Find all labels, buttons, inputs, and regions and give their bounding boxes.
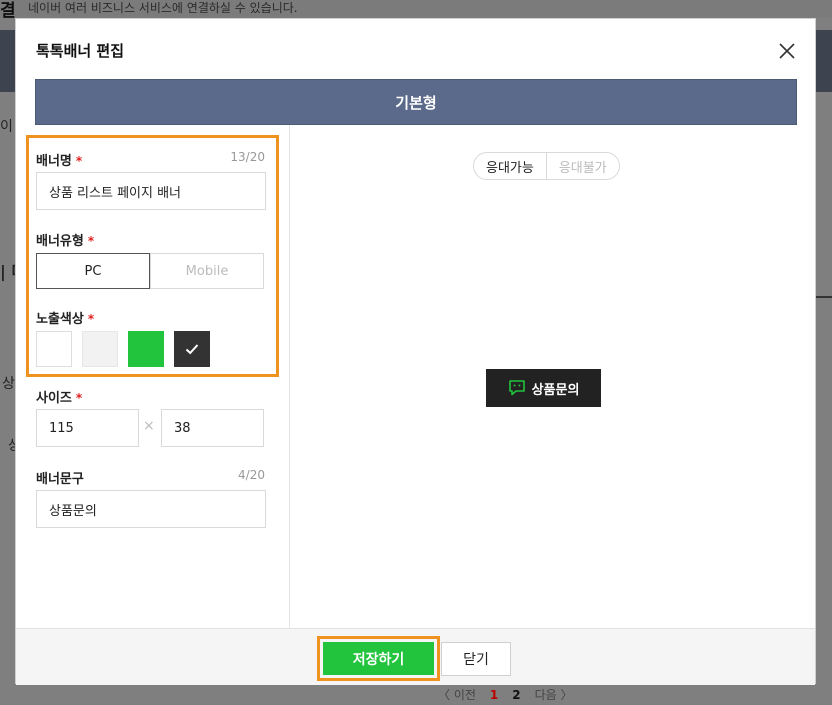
modal-header: 톡톡배너 편집 xyxy=(16,19,815,81)
size-separator: × xyxy=(143,418,155,434)
banner-name-input[interactable]: 상품 리스트 페이지 배너 xyxy=(36,172,266,210)
close-button[interactable]: 닫기 xyxy=(441,642,511,676)
color-swatch-light-gray[interactable] xyxy=(82,331,118,367)
banner-text-label: 배너문구 xyxy=(36,472,84,487)
pager-next[interactable]: 다음 〉 xyxy=(535,686,573,703)
banner-type-label: 배너유형 * xyxy=(36,234,95,249)
color-swatch-dark[interactable] xyxy=(174,331,210,367)
check-icon xyxy=(185,344,199,355)
size-width-input[interactable]: 115 xyxy=(36,409,139,447)
modal-body: 배너명 * 13/20 상품 리스트 페이지 배너 배너유형 * PC Mobile… xyxy=(16,125,815,628)
chat-bubble-icon xyxy=(508,380,525,396)
background-text: 이 xyxy=(0,119,13,135)
pager-prev[interactable]: 〈 이전 xyxy=(438,686,476,703)
status-toggle: 응대가능 응대불가 xyxy=(473,152,620,180)
background-pager: 〈 이전 1 2 다음 〉 xyxy=(438,686,573,703)
save-highlight-box: 저장하기 xyxy=(317,636,440,681)
banner-preview-text: 상품문의 xyxy=(531,382,580,398)
size-height-input[interactable]: 38 xyxy=(161,409,264,447)
background-text: 상 xyxy=(2,376,15,392)
banner-preview: 상품문의 xyxy=(486,369,601,407)
close-icon[interactable] xyxy=(777,41,797,61)
color-swatch-green[interactable] xyxy=(128,331,164,367)
type-pc-button[interactable]: PC xyxy=(36,253,150,289)
banner-text-counter: 4/20 xyxy=(238,468,265,482)
banner-name-counter: 13/20 xyxy=(230,150,265,164)
banner-text-input[interactable]: 상품문의 xyxy=(36,490,266,528)
banner-name-label: 배너명 * xyxy=(36,154,83,169)
modal-footer: 저장하기 닫기 xyxy=(16,628,815,685)
background-title: 결 xyxy=(0,1,16,21)
color-swatch-white[interactable] xyxy=(36,331,72,367)
pager-page-1[interactable]: 1 xyxy=(490,688,498,702)
color-swatches xyxy=(36,331,210,367)
status-unavailable-button[interactable]: 응대불가 xyxy=(547,153,619,179)
banner-color-label: 노출색상 * xyxy=(36,312,95,327)
banner-edit-modal: 톡톡배너 편집 기본형 배너명 * 13/20 상품 리스트 페이지 배너 배너유… xyxy=(15,18,816,685)
preview-panel: 응대가능 응대불가 상품문의 xyxy=(290,125,817,628)
banner-type-toggle: PC Mobile xyxy=(36,253,264,289)
pager-page-2[interactable]: 2 xyxy=(512,688,520,702)
status-available-button[interactable]: 응대가능 xyxy=(474,153,547,179)
save-button[interactable]: 저장하기 xyxy=(323,642,434,675)
banner-size-label: 사이즈 * xyxy=(36,391,83,406)
modal-title: 톡톡배너 편집 xyxy=(36,42,125,60)
background-hint: 네이버 여러 비즈니스 서비스에 연결하실 수 있습니다. xyxy=(28,1,298,15)
type-mobile-button[interactable]: Mobile xyxy=(150,253,264,289)
settings-panel: 배너명 * 13/20 상품 리스트 페이지 배너 배너유형 * PC Mobile… xyxy=(16,125,290,628)
tab-basic[interactable]: 기본형 xyxy=(35,79,797,125)
